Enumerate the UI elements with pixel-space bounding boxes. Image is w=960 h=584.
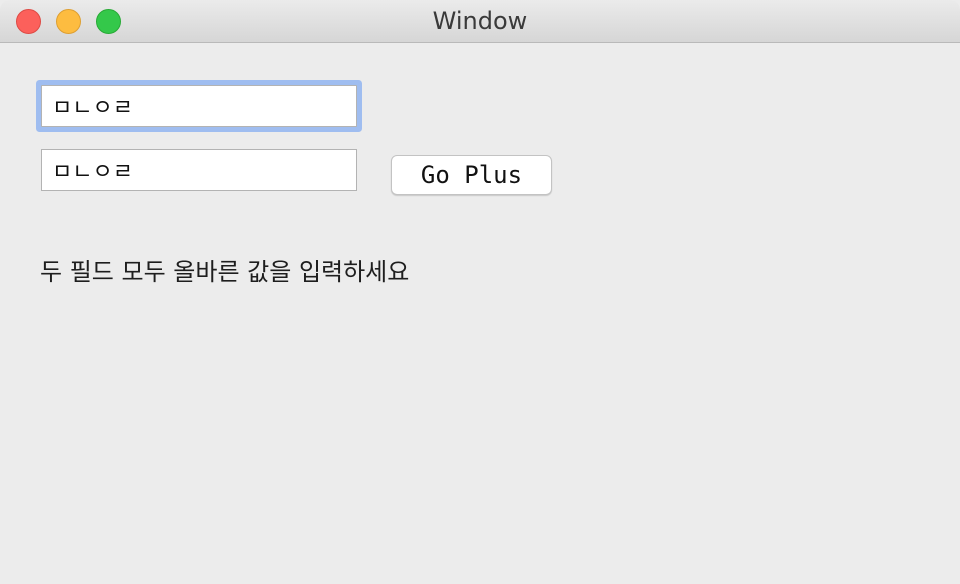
- title-bar: Window: [0, 0, 960, 43]
- first-number-field[interactable]: [41, 85, 357, 127]
- go-plus-button[interactable]: Go Plus: [391, 155, 552, 195]
- status-message: 두 필드 모두 올바른 값을 입력하세요: [40, 258, 410, 286]
- app-window: Window Go Plus 두 필드 모두 올바른 값을 입력하세요: [0, 0, 960, 584]
- second-number-field[interactable]: [41, 149, 357, 191]
- window-title: Window: [432, 7, 528, 35]
